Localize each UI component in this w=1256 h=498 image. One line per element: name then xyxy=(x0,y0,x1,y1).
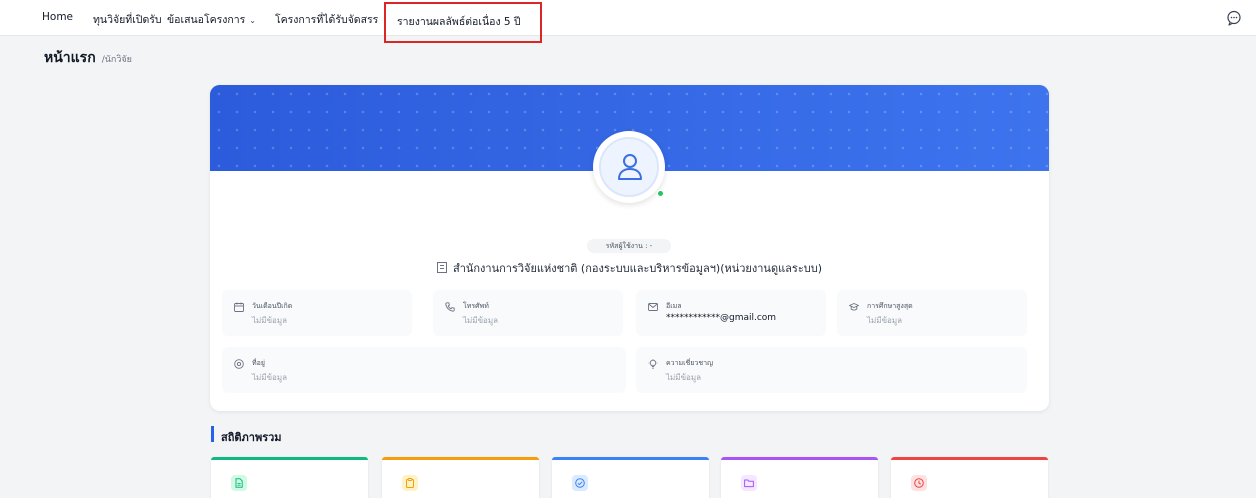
stat-card-accent xyxy=(211,457,368,460)
field-birthdate: วันเดือนปีเกิด ไม่มีข้อมูล xyxy=(222,290,412,336)
stat-card-approved[interactable] xyxy=(552,457,709,498)
folder-icon xyxy=(744,479,754,488)
nav-open-grants[interactable]: ทุนวิจัยที่เปิดรับ xyxy=(93,11,162,28)
stat-card-accent xyxy=(382,457,539,460)
document-icon xyxy=(235,478,243,488)
stat-card-documents[interactable] xyxy=(211,457,368,498)
field-expertise: ความเชี่ยวชาญ ไม่มีข้อมูล xyxy=(636,347,1027,393)
online-status-dot xyxy=(657,190,664,197)
field-address-value: ไม่มีข้อมูล xyxy=(252,373,288,382)
field-birthdate-label: วันเดือนปีเกิด xyxy=(252,302,293,310)
field-address: ที่อยู่ ไม่มีข้อมูล xyxy=(222,347,626,393)
organization-name: สำนักงานการวิจัยแห่งชาติ (กองระบบและบริห… xyxy=(452,262,822,275)
nav-five-year-report[interactable]: รายงานผลลัพธ์ต่อเนื่อง 5 ปี xyxy=(384,2,542,43)
field-phone-label: โทรศัพท์ xyxy=(463,302,489,310)
stat-icon-box xyxy=(572,475,588,491)
avatar xyxy=(593,131,665,203)
nav-proposals-label: ข้อเสนอโครงการ xyxy=(167,14,246,26)
field-birthdate-value: ไม่มีข้อมูล xyxy=(252,316,288,325)
stat-card-accent xyxy=(721,457,878,460)
clipboard-icon xyxy=(406,478,414,488)
mail-icon xyxy=(648,303,658,311)
building-icon xyxy=(436,262,447,273)
field-email: อีเมล ************@gmail.com xyxy=(636,290,826,336)
nav-home[interactable]: Home xyxy=(42,11,73,23)
lightbulb-icon xyxy=(648,359,658,369)
stat-card-folders[interactable] xyxy=(721,457,878,498)
stat-card-pending[interactable] xyxy=(891,457,1048,498)
stat-icon-box xyxy=(231,475,247,491)
calendar-icon xyxy=(234,302,244,312)
organization-line: สำนักงานการวิจัยแห่งชาติ (กองระบบและบริห… xyxy=(210,259,1049,277)
clock-icon xyxy=(914,478,924,488)
field-expertise-value: ไม่มีข้อมูล xyxy=(666,373,702,382)
field-expertise-label: ความเชี่ยวชาญ xyxy=(666,359,713,367)
user-icon xyxy=(618,154,642,180)
stat-card-accent xyxy=(891,457,1048,460)
field-address-label: ที่อยู่ xyxy=(252,359,265,367)
field-email-value: ************@gmail.com xyxy=(666,313,777,323)
stat-card-accent xyxy=(552,457,709,460)
location-icon xyxy=(234,359,244,369)
field-phone-value: ไม่มีข้อมูล xyxy=(463,316,499,325)
profile-card: รหัสผู้ใช้งาน : - สำนักงานการวิจัยแห่งชา… xyxy=(210,85,1049,411)
top-navigation: Home ทุนวิจัยที่เปิดรับ ข้อเสนอโครงการ ⌄ … xyxy=(0,0,1256,36)
stat-icon-box xyxy=(911,475,927,491)
section-accent-bar xyxy=(211,426,214,442)
user-id-badge: รหัสผู้ใช้งาน : - xyxy=(587,239,671,253)
field-phone: โทรศัพท์ ไม่มีข้อมูล xyxy=(433,290,623,336)
chat-icon[interactable] xyxy=(1226,10,1242,26)
breadcrumb: หน้าแรก/นักวิจัย xyxy=(44,47,132,69)
field-email-label: อีเมล xyxy=(666,302,682,310)
phone-icon xyxy=(445,302,455,312)
nav-allocated-projects[interactable]: โครงการที่ได้รับจัดสรร xyxy=(275,11,378,28)
nav-proposals[interactable]: ข้อเสนอโครงการ ⌄ xyxy=(167,11,256,28)
stat-card-clipboard[interactable] xyxy=(382,457,539,498)
page-title: หน้าแรก xyxy=(44,50,96,66)
field-education: การศึกษาสูงสุด ไม่มีข้อมูล xyxy=(837,290,1027,336)
field-education-label: การศึกษาสูงสุด xyxy=(867,302,913,310)
graduation-cap-icon xyxy=(849,303,859,311)
chevron-down-icon: ⌄ xyxy=(249,16,256,25)
check-circle-icon xyxy=(575,478,585,488)
breadcrumb-role: /นักวิจัย xyxy=(101,55,132,65)
avatar-circle xyxy=(599,137,659,197)
stat-icon-box xyxy=(741,475,757,491)
stats-section-title: สถิติภาพรวม xyxy=(221,431,282,444)
stat-icon-box xyxy=(402,475,418,491)
nav-five-year-report-label: รายงานผลลัพธ์ต่อเนื่อง 5 ปี xyxy=(397,16,521,28)
field-education-value: ไม่มีข้อมูล xyxy=(867,316,903,325)
